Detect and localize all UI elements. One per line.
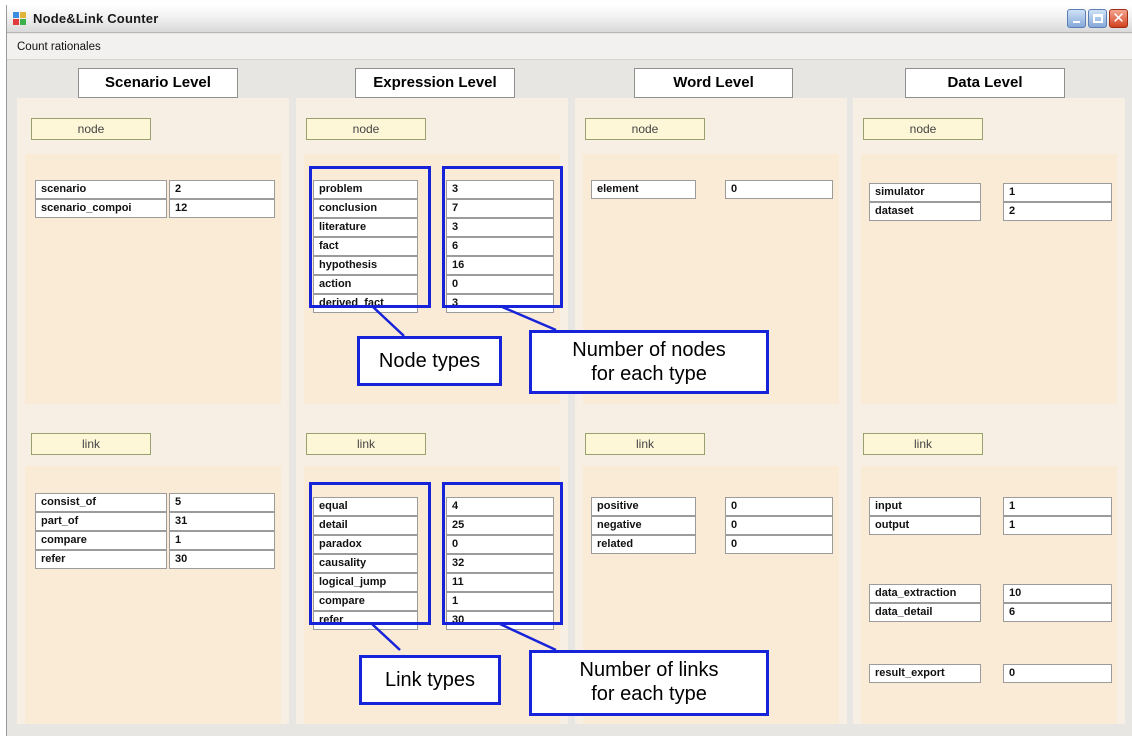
word-link-label: link <box>585 433 705 455</box>
data-node-type-field[interactable]: simulator <box>869 183 981 202</box>
node-types-callout: Node types <box>357 336 502 386</box>
data-link-count-field[interactable]: 0 <box>1003 664 1112 683</box>
data-link-type-field[interactable]: result_export <box>869 664 981 683</box>
scenario-node-type-field[interactable]: scenario <box>35 180 167 199</box>
title-bar[interactable]: Node&Link Counter ✕ <box>7 5 1132 33</box>
link-counts-highlight <box>442 482 563 625</box>
data-link-count-field[interactable]: 1 <box>1003 516 1112 535</box>
app-icon <box>13 12 27 25</box>
scenario-link-count-field[interactable]: 5 <box>169 493 275 512</box>
word-level-header: Word Level <box>634 68 793 98</box>
scenario-link-count-field[interactable]: 30 <box>169 550 275 569</box>
word-link-type-field[interactable]: negative <box>591 516 696 535</box>
scenario-link-type-field[interactable]: compare <box>35 531 167 550</box>
data-panel: node link simulator 1 dataset 2 input 1 output 1 d… <box>853 98 1125 724</box>
data-link-type-field[interactable]: data_detail <box>869 603 981 622</box>
data-node-count-field[interactable]: 2 <box>1003 202 1112 221</box>
links-per-type-callout: Number of links for each type <box>529 650 769 716</box>
close-button[interactable]: ✕ <box>1109 9 1128 28</box>
data-link-type-field[interactable]: input <box>869 497 981 516</box>
data-link-type-field[interactable]: output <box>869 516 981 535</box>
word-link-type-field[interactable]: positive <box>591 497 696 516</box>
scenario-panel: node link scenario 2 scenario_compoi 12 consis… <box>17 98 289 724</box>
scenario-link-count-field[interactable]: 31 <box>169 512 275 531</box>
link-types-callout: Link types <box>359 655 501 705</box>
data-link-count-field[interactable]: 1 <box>1003 497 1112 516</box>
word-node-label: node <box>585 118 705 140</box>
expression-node-label: node <box>306 118 426 140</box>
nodes-per-type-line1: Number of nodes <box>572 339 726 361</box>
data-node-count-field[interactable]: 1 <box>1003 183 1112 202</box>
menu-bar: Count rationales <box>7 34 1132 60</box>
word-link-count-field[interactable]: 0 <box>725 535 833 554</box>
scenario-link-label: link <box>31 433 151 455</box>
word-node-type-field[interactable]: element <box>591 180 696 199</box>
link-types-highlight <box>309 482 431 625</box>
scenario-link-count-field[interactable]: 1 <box>169 531 275 550</box>
expression-link-label: link <box>306 433 426 455</box>
maximize-icon <box>1093 14 1103 23</box>
window-title: Node&Link Counter <box>33 11 159 26</box>
scenario-link-type-field[interactable]: consist_of <box>35 493 167 512</box>
data-link-count-field[interactable]: 10 <box>1003 584 1112 603</box>
word-panel: node link element 0 positive 0 negative 0 relate… <box>575 98 847 724</box>
menu-item-count-rationales[interactable]: Count rationales <box>17 41 101 53</box>
data-level-header: Data Level <box>905 68 1065 98</box>
nodes-per-type-callout: Number of nodes for each type <box>529 330 769 394</box>
scenario-node-label: node <box>31 118 151 140</box>
node-counts-highlight <box>442 166 563 308</box>
scenario-node-count-field[interactable]: 2 <box>169 180 275 199</box>
scenario-link-type-field[interactable]: refer <box>35 550 167 569</box>
scenario-level-header: Scenario Level <box>78 68 238 98</box>
links-per-type-line2: for each type <box>591 683 707 705</box>
data-link-type-field[interactable]: data_extraction <box>869 584 981 603</box>
node-types-highlight <box>309 166 431 308</box>
maximize-button[interactable] <box>1088 9 1107 28</box>
links-per-type-line1: Number of links <box>579 659 719 681</box>
data-node-label: node <box>863 118 983 140</box>
word-link-type-field[interactable]: related <box>591 535 696 554</box>
word-link-count-field[interactable]: 0 <box>725 497 833 516</box>
data-link-count-field[interactable]: 6 <box>1003 603 1112 622</box>
word-link-count-field[interactable]: 0 <box>725 516 833 535</box>
scenario-link-type-field[interactable]: part_of <box>35 512 167 531</box>
scenario-node-type-field[interactable]: scenario_compoi <box>35 199 167 218</box>
minimize-icon <box>1073 21 1080 23</box>
scenario-node-count-field[interactable]: 12 <box>169 199 275 218</box>
minimize-button[interactable] <box>1067 9 1086 28</box>
data-link-label: link <box>863 433 983 455</box>
close-icon: ✕ <box>1112 9 1125 27</box>
data-node-type-field[interactable]: dataset <box>869 202 981 221</box>
word-node-count-field[interactable]: 0 <box>725 180 833 199</box>
expression-level-header: Expression Level <box>355 68 515 98</box>
nodes-per-type-line2: for each type <box>591 363 707 385</box>
